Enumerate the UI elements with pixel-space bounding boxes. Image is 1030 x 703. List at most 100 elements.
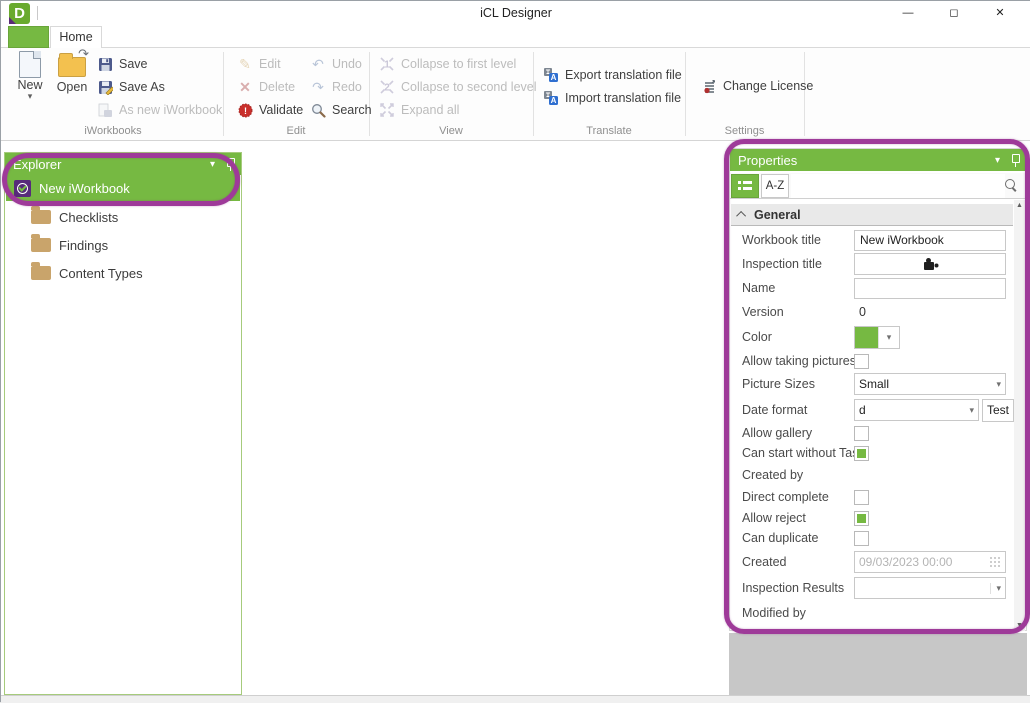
search-magnifier-icon (1005, 179, 1018, 192)
date-format-combo[interactable]: d▾ (854, 399, 979, 421)
collapse-1-icon: 1 (379, 56, 395, 72)
explorer-title: Explorer (13, 157, 61, 172)
change-license-button[interactable]: Change License (701, 75, 813, 97)
search-icon (310, 102, 326, 118)
tab-home[interactable]: Home (50, 26, 102, 48)
field-allow-taking-pictures: Allow taking pictures (742, 352, 1006, 370)
export-translation-button[interactable]: A Export translation file (543, 64, 682, 86)
open-button[interactable]: ↷ Open (51, 51, 93, 94)
scroll-up-icon[interactable]: ▲ (1016, 200, 1023, 211)
as-new-iworkbook-icon (97, 102, 113, 118)
file-menu-button[interactable] (8, 26, 49, 48)
search-button-label: Search (332, 103, 372, 117)
tree-item-new-iworkbook[interactable]: New iWorkbook (6, 175, 240, 201)
allow-reject-checkbox[interactable] (854, 511, 869, 526)
inspection-results-select[interactable]: ▾ (854, 577, 1006, 599)
minimize-button[interactable]: — (885, 1, 931, 26)
properties-fields: General Workbook title Inspection title … (730, 199, 1014, 632)
collapse-first-level-button: 1 Collapse to first level (379, 53, 516, 75)
expand-all-button: Expand all (379, 99, 459, 121)
direct-complete-checkbox[interactable] (854, 490, 869, 505)
properties-scrollbar[interactable]: ▲ ▼ (1014, 200, 1025, 631)
puzzle-icon (923, 258, 938, 271)
window-title: iCL Designer (1, 1, 1030, 26)
inspection-title-input[interactable] (854, 253, 1006, 275)
import-translation-button[interactable]: A Import translation file (543, 87, 681, 109)
picture-sizes-select[interactable]: Small▾ (854, 373, 1006, 395)
name-input[interactable] (854, 278, 1006, 299)
edit-button-label: Edit (259, 57, 281, 71)
app-window: D iCL Designer — ◻ ✕ Home New ▾ ↷ Open (0, 0, 1030, 702)
properties-pin-icon[interactable] (1010, 153, 1020, 167)
properties-header: Properties ▾ (730, 149, 1026, 171)
validate-button-label: Validate (259, 103, 303, 117)
calendar-grid-icon[interactable] (989, 556, 1001, 568)
save-as-icon (97, 79, 113, 95)
properties-toolbar: A-Z (730, 173, 1026, 199)
field-allow-reject: Allow reject (742, 509, 1006, 527)
workbook-title-input[interactable] (854, 230, 1006, 251)
maximize-button[interactable]: ◻ (931, 1, 977, 26)
field-version: Version 0 (742, 302, 1006, 322)
explorer-panel: Explorer ▾ New iWorkbook Checklists Find… (4, 152, 242, 695)
field-allow-gallery: Allow gallery (742, 424, 1006, 442)
open-arrow-icon: ↷ (78, 46, 89, 62)
tree-item-label: Findings (59, 238, 108, 253)
undo-button-label: Undo (332, 57, 362, 71)
properties-panel: Properties ▾ A-Z General Workbook title … (729, 148, 1027, 631)
docked-panel-placeholder (729, 633, 1027, 695)
new-button-label: New (17, 78, 42, 92)
ribbon-tab-row: Home (1, 26, 1030, 48)
svg-text:!: ! (244, 106, 247, 116)
save-as-button[interactable]: Save As (97, 76, 165, 98)
field-name: Name (742, 276, 1006, 300)
properties-search-input[interactable] (791, 174, 1005, 198)
explorer-menu-icon[interactable]: ▾ (210, 159, 215, 170)
categorized-view-button[interactable] (731, 174, 759, 198)
section-general[interactable]: General (731, 204, 1013, 226)
new-button[interactable]: New ▾ (13, 51, 47, 100)
tree-item-label: New iWorkbook (39, 181, 130, 196)
export-translation-label: Export translation file (565, 68, 682, 82)
properties-menu-icon[interactable]: ▾ (995, 155, 1000, 166)
collapse-2-icon: 2 (379, 79, 395, 95)
scroll-down-icon[interactable]: ▼ (1016, 620, 1023, 631)
explorer-pin-icon[interactable] (225, 157, 235, 171)
field-inspection-title: Inspection title (742, 252, 1006, 276)
tree-item-findings[interactable]: Findings (6, 231, 240, 259)
chevron-down-icon: ▾ (969, 405, 974, 416)
folder-icon (31, 238, 51, 252)
group-separator (685, 52, 686, 136)
alphabetical-view-button[interactable]: A-Z (761, 174, 789, 198)
collapse-second-level-button: 2 Collapse to second level (379, 76, 537, 98)
group-label-view: View (369, 125, 533, 139)
svg-text:1: 1 (384, 60, 390, 71)
can-start-without-task-checkbox[interactable] (854, 446, 869, 461)
undo-button: ↶ Undo (310, 53, 362, 75)
field-workbook-title: Workbook title (742, 228, 1006, 252)
allow-gallery-checkbox[interactable] (854, 426, 869, 441)
delete-button: ✕ Delete (237, 76, 295, 98)
test-button[interactable]: Test (982, 399, 1014, 422)
can-duplicate-checkbox[interactable] (854, 531, 869, 546)
redo-button-label: Redo (332, 80, 362, 94)
chevron-down-icon: ▾ (28, 92, 33, 100)
tree-item-checklists[interactable]: Checklists (6, 203, 240, 231)
search-button[interactable]: Search (310, 99, 372, 121)
explorer-header: Explorer ▾ (5, 153, 241, 175)
close-button[interactable]: ✕ (977, 1, 1023, 26)
field-can-duplicate: Can duplicate (742, 529, 1006, 547)
save-button[interactable]: Save (97, 53, 148, 75)
chevron-down-icon: ▾ (990, 583, 1001, 594)
allow-taking-pictures-checkbox[interactable] (854, 354, 869, 369)
categorized-icon (738, 180, 752, 192)
tree-item-content-types[interactable]: Content Types (6, 259, 240, 287)
validate-button[interactable]: ! Validate (237, 99, 303, 121)
as-new-iworkbook-button: As new iWorkbook (97, 99, 222, 121)
redo-button: ↷ Redo (310, 76, 362, 98)
delete-x-icon: ✕ (237, 79, 253, 95)
color-picker[interactable]: ▾ (854, 326, 900, 349)
title-bar: D iCL Designer — ◻ ✕ (1, 1, 1030, 26)
iworkbook-icon (14, 180, 31, 197)
svg-text:2: 2 (384, 83, 390, 94)
